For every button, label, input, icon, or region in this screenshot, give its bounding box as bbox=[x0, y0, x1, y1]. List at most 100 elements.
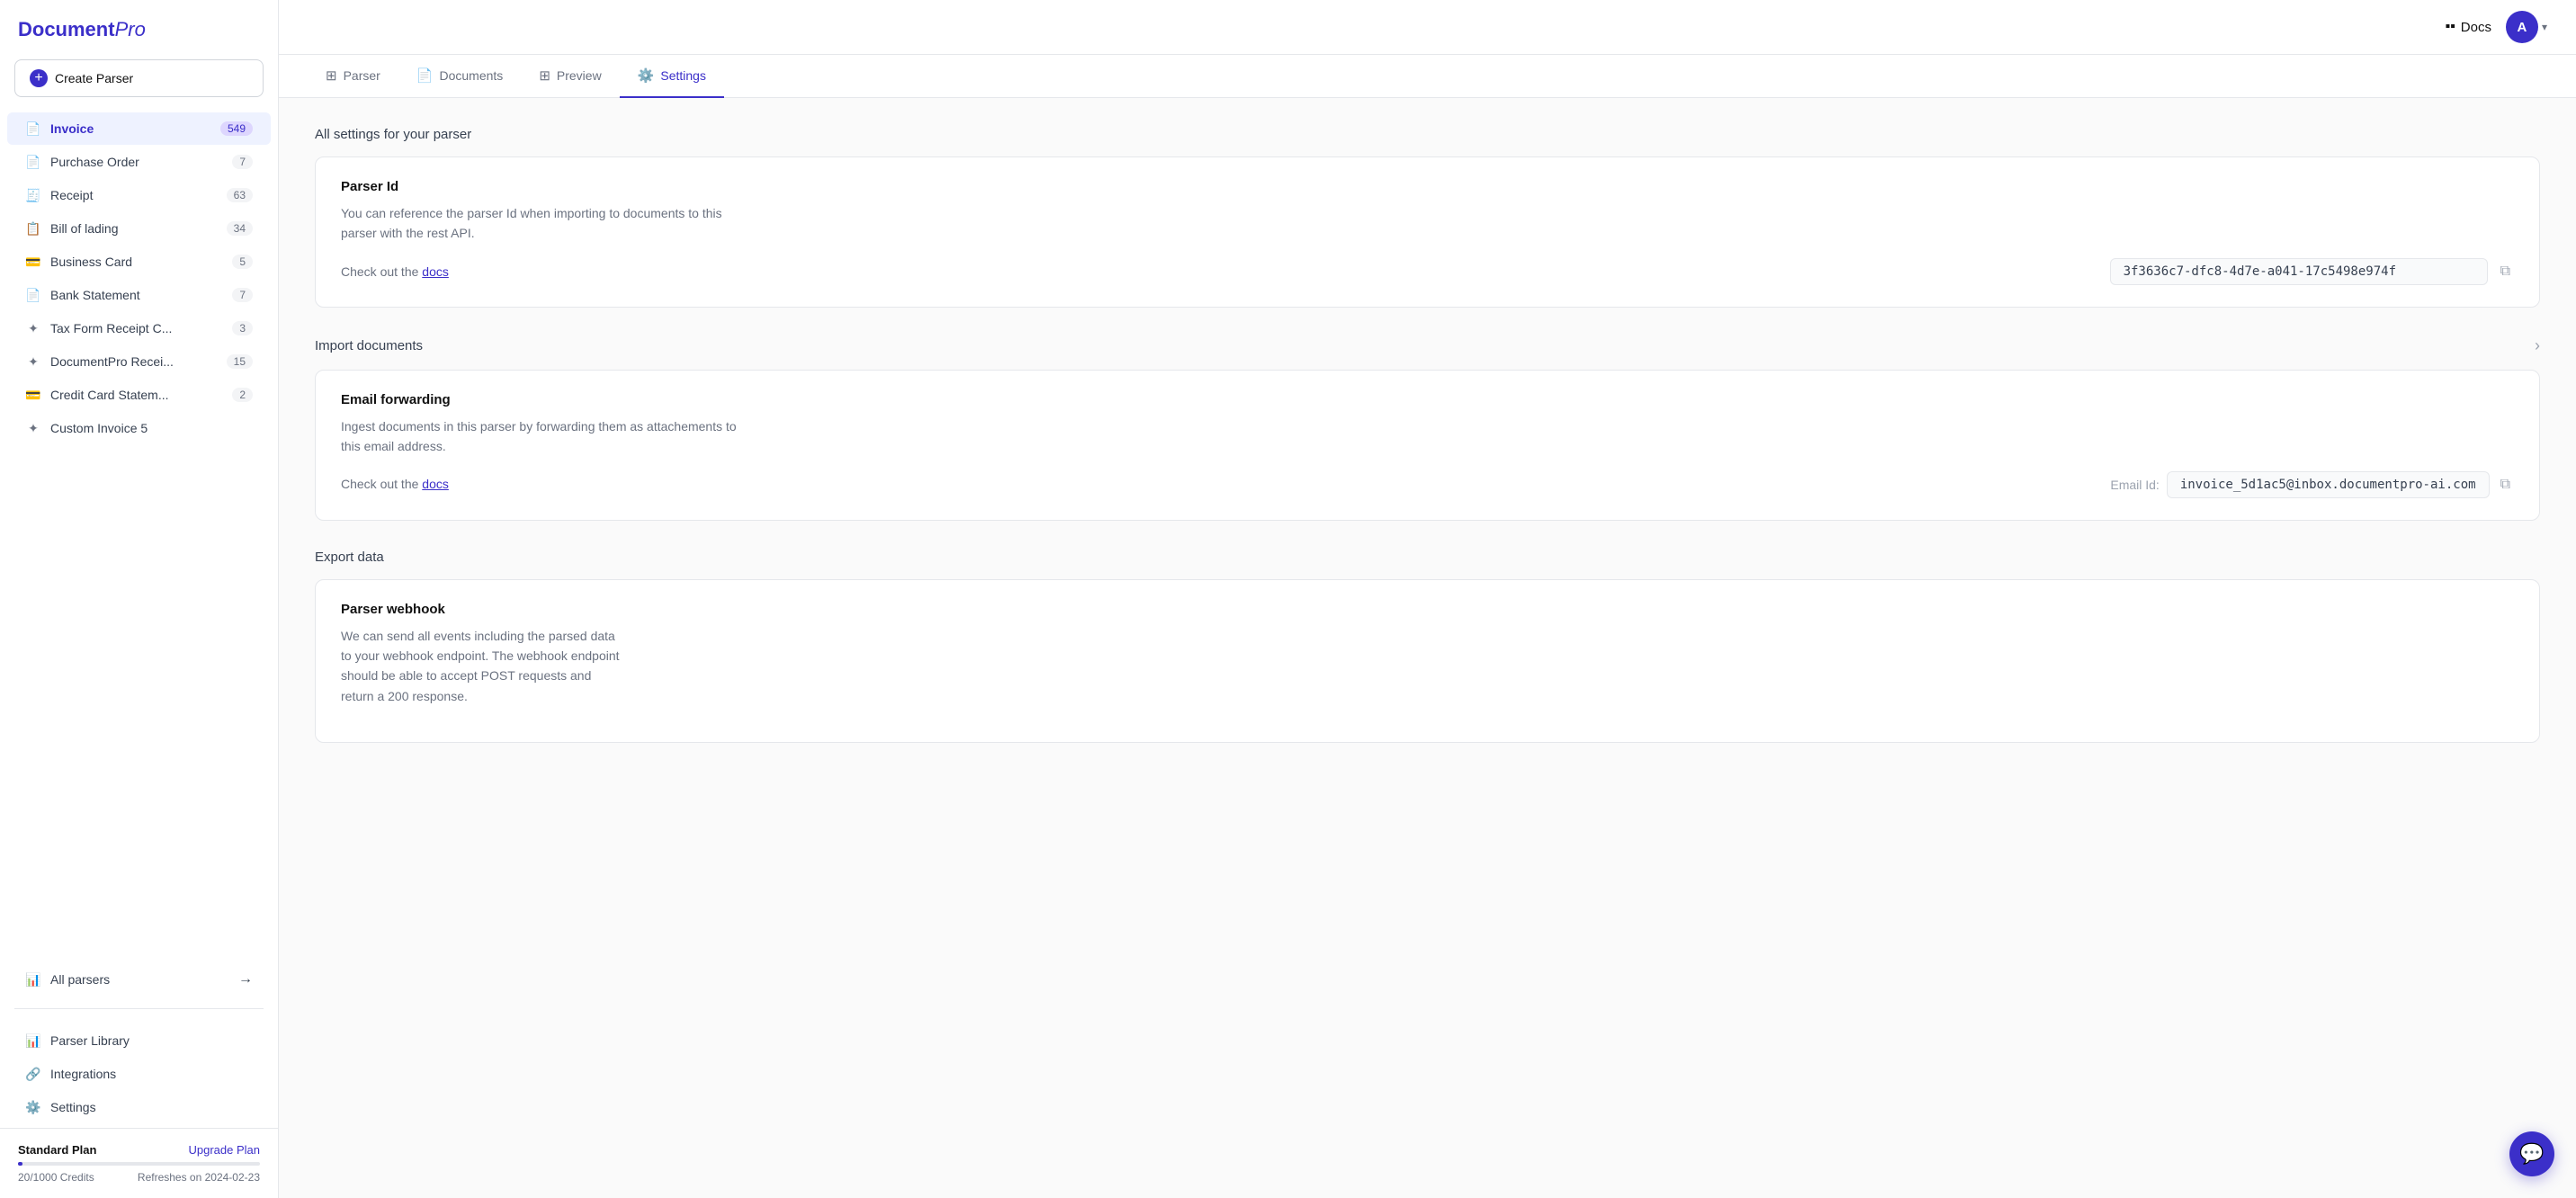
export-section-title: Export data bbox=[315, 550, 2540, 565]
sidebar-item-label-bill-of-lading: Bill of lading bbox=[50, 221, 218, 236]
webhook-desc-4: return a 200 response. bbox=[341, 689, 468, 703]
user-menu[interactable]: A ▾ bbox=[2506, 11, 2547, 43]
credits-used: 20/1000 Credits bbox=[18, 1171, 94, 1184]
badge-bank-statement: 7 bbox=[232, 288, 253, 302]
sidebar-bottom-item-settings[interactable]: ⚙️ Settings bbox=[7, 1091, 271, 1123]
webhook-desc-1: We can send all events including the par… bbox=[341, 629, 615, 643]
sidebar-item-custom-invoice-5[interactable]: ✦ Custom Invoice 5 bbox=[7, 412, 271, 444]
parser-id-docs-link[interactable]: docs bbox=[422, 264, 449, 279]
copy-parser-id-button[interactable]: ⧉ bbox=[2497, 260, 2514, 283]
sidebar-item-purchase-order[interactable]: 📄Purchase Order7 bbox=[7, 146, 271, 178]
sidebar-bottom-item-integrations[interactable]: 🔗Integrations bbox=[7, 1058, 271, 1090]
docs-label: Docs bbox=[2461, 20, 2491, 35]
import-section-header: Import documents › bbox=[315, 336, 2540, 355]
sidebar-item-receipt[interactable]: 🧾 Receipt 63 bbox=[7, 179, 271, 211]
tab-parser[interactable]: ⊞ Parser bbox=[308, 55, 398, 98]
sidebar-item-tax-form[interactable]: ✦Tax Form Receipt C...3 bbox=[7, 312, 271, 344]
upgrade-plan-link[interactable]: Upgrade Plan bbox=[189, 1143, 261, 1157]
sidebar-item-label-custom-invoice-5: Custom Invoice 5 bbox=[50, 421, 253, 435]
documentpro-recei-icon: ✦ bbox=[25, 353, 41, 370]
sidebar-item-label-bank-statement: Bank Statement bbox=[50, 288, 223, 302]
logo-document: Document bbox=[18, 18, 115, 40]
sidebar-divider bbox=[14, 1008, 264, 1009]
create-parser-label: Create Parser bbox=[55, 71, 133, 85]
receipt-icon: 🧾 bbox=[25, 187, 41, 203]
credits-progress-fill bbox=[18, 1162, 22, 1166]
sidebar-item-credit-card[interactable]: 💳Credit Card Statem...2 bbox=[7, 379, 271, 411]
copy-email-id-button[interactable]: ⧉ bbox=[2497, 473, 2514, 496]
sidebar-item-business-card[interactable]: 💳 Business Card 5 bbox=[7, 246, 271, 278]
badge-purchase-order: 7 bbox=[232, 155, 253, 169]
sidebar-item-bank-statement[interactable]: 📄Bank Statement7 bbox=[7, 279, 271, 311]
logo-pro: Pro bbox=[115, 18, 146, 40]
badge-receipt: 63 bbox=[227, 188, 253, 202]
sidebar-item-documentpro-recei[interactable]: ✦ DocumentPro Recei... 15 bbox=[7, 345, 271, 378]
email-forwarding-docs-row: Check out the docs bbox=[341, 474, 449, 494]
sidebar-item-label-business-card: Business Card bbox=[50, 255, 223, 269]
badge-invoice: 549 bbox=[220, 121, 253, 136]
custom-invoice-5-icon: ✦ bbox=[25, 420, 41, 436]
tab-label-preview: Preview bbox=[557, 68, 602, 83]
sidebar-bottom-label-parser-library: Parser Library bbox=[50, 1033, 130, 1048]
docs-button[interactable]: ▪▪ Docs bbox=[2445, 19, 2491, 35]
check-out-text: Check out the bbox=[341, 264, 422, 279]
sidebar-footer: Standard Plan Upgrade Plan 20/1000 Credi… bbox=[0, 1128, 278, 1198]
email-forwarding-docs-link[interactable]: docs bbox=[422, 477, 449, 491]
create-parser-button[interactable]: + Create Parser bbox=[14, 59, 264, 97]
tab-icon-settings: ⚙️ bbox=[638, 67, 655, 84]
email-check-out-text: Check out the bbox=[341, 477, 422, 491]
badge-bill-of-lading: 34 bbox=[227, 221, 253, 236]
invoice-icon: 📄 bbox=[25, 121, 41, 137]
sidebar-item-label-documentpro-recei: DocumentPro Recei... bbox=[50, 354, 218, 369]
all-parsers-icon: 📊 bbox=[25, 971, 41, 988]
email-id-label: Email Id: bbox=[2110, 478, 2159, 492]
docs-icon: ▪▪ bbox=[2445, 19, 2455, 35]
plan-name: Standard Plan bbox=[18, 1143, 96, 1157]
badge-business-card: 5 bbox=[232, 255, 253, 269]
tab-icon-parser: ⊞ bbox=[326, 67, 337, 84]
page-title: All settings for your parser bbox=[315, 127, 2540, 142]
sidebar-item-label-purchase-order: Purchase Order bbox=[50, 155, 223, 169]
badge-documentpro-recei: 15 bbox=[227, 354, 253, 369]
credits-progress-bar bbox=[18, 1162, 260, 1166]
parser-id-desc-line1: You can reference the parser Id when imp… bbox=[341, 206, 722, 220]
integrations-icon: 🔗 bbox=[25, 1066, 41, 1082]
tab-documents[interactable]: 📄Documents bbox=[398, 55, 522, 98]
sidebar-item-label-credit-card: Credit Card Statem... bbox=[50, 388, 223, 402]
webhook-desc-2: to your webhook endpoint. The webhook en… bbox=[341, 648, 620, 663]
webhook-desc-3: should be able to accept POST requests a… bbox=[341, 668, 591, 683]
tab-icon-documents: 📄 bbox=[416, 67, 434, 84]
chat-bubble[interactable]: 💬 bbox=[2509, 1131, 2554, 1176]
email-forwarding-card: Email forwarding Ingest documents in thi… bbox=[315, 370, 2540, 521]
sidebar-bottom-nav: 📊Parser Library🔗Integrations ⚙️ Settings bbox=[0, 1020, 278, 1128]
import-section-chevron-icon[interactable]: › bbox=[2535, 336, 2540, 355]
sidebar-item-invoice[interactable]: 📄Invoice549 bbox=[7, 112, 271, 145]
nav-items: 📄Invoice549📄 Purchase Order 7 🧾 Receipt 63 📋 Bi… bbox=[0, 112, 278, 961]
parser-id-card: Parser Id You can reference the parser I… bbox=[315, 156, 2540, 308]
all-parsers-label: All parsers bbox=[50, 972, 110, 987]
email-forwarding-desc: Ingest documents in this parser by forwa… bbox=[341, 416, 827, 457]
settings-icon: ⚙️ bbox=[25, 1099, 41, 1115]
plus-icon: + bbox=[30, 69, 48, 87]
avatar: A bbox=[2506, 11, 2538, 43]
business-card-icon: 💳 bbox=[25, 254, 41, 270]
sidebar-bottom-label-settings: Settings bbox=[50, 1100, 96, 1114]
tab-label-parser: Parser bbox=[344, 68, 380, 83]
parser-id-card-desc: You can reference the parser Id when imp… bbox=[341, 203, 827, 244]
email-id-value: invoice_5d1ac5@inbox.documentpro-ai.com bbox=[2167, 471, 2490, 498]
webhook-card-desc: We can send all events including the par… bbox=[341, 626, 827, 707]
all-parsers-link[interactable]: 📊 All parsers → bbox=[7, 962, 271, 997]
tab-settings[interactable]: ⚙️ Settings bbox=[620, 55, 724, 98]
sidebar-bottom-item-parser-library[interactable]: 📊Parser Library bbox=[7, 1024, 271, 1057]
main-content: ▪▪ Docs A ▾ ⊞ Parser 📄Documents⊞Preview ⚙️ S… bbox=[279, 0, 2576, 1198]
tab-preview[interactable]: ⊞Preview bbox=[521, 55, 619, 98]
sidebar-item-bill-of-lading[interactable]: 📋 Bill of lading 34 bbox=[7, 212, 271, 245]
tab-label-settings: Settings bbox=[660, 68, 706, 83]
sidebar-item-label-receipt: Receipt bbox=[50, 188, 218, 202]
tabs: ⊞ Parser 📄Documents⊞Preview ⚙️ Settings bbox=[279, 55, 2576, 98]
email-id-row: Email Id: invoice_5d1ac5@inbox.documentp… bbox=[2110, 471, 2514, 498]
bill-of-lading-icon: 📋 bbox=[25, 220, 41, 237]
chat-icon: 💬 bbox=[2519, 1142, 2544, 1166]
credit-card-icon: 💳 bbox=[25, 387, 41, 403]
avatar-letter: A bbox=[2518, 20, 2527, 35]
